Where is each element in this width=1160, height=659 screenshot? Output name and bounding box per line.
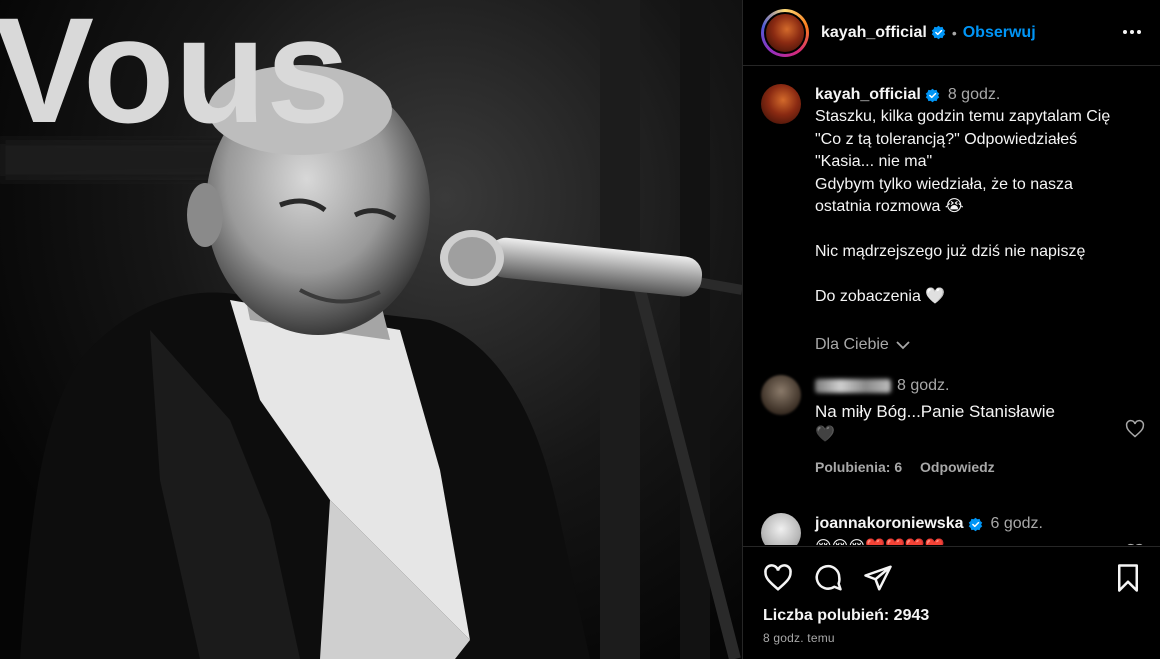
comment-text: Na miły Bóg...Panie Stanisławie bbox=[815, 402, 1056, 422]
heart-icon[interactable] bbox=[1125, 419, 1145, 439]
photo-illustration: Vous bbox=[0, 0, 742, 659]
verified-badge-icon bbox=[931, 25, 946, 40]
caption-line: "Kasia... nie ma" bbox=[815, 153, 933, 171]
comment-emoji: 🖤 bbox=[815, 425, 835, 443]
caption-username[interactable]: kayah_official bbox=[815, 84, 921, 106]
caption-line: Staszku, kilka godzin temu zapytalam Cię bbox=[815, 108, 1111, 126]
comment-icon[interactable] bbox=[813, 563, 843, 593]
author-avatar[interactable] bbox=[761, 8, 809, 57]
chevron-down-icon bbox=[896, 341, 910, 350]
translation-toggle[interactable]: Dla Ciebie bbox=[815, 334, 1145, 356]
caption-line: ostatnia rozmowa 😭 bbox=[815, 198, 964, 216]
caption-text-block: kayah_official 8 godz. Staszku, kilka go… bbox=[815, 84, 1145, 356]
post-footer: Liczba polubień: 2943 8 godz. temu bbox=[743, 546, 1160, 659]
separator-dot: • bbox=[951, 24, 957, 41]
comment-body: 8 godz. Na miły Bóg...Panie Stanisławie … bbox=[815, 375, 1145, 479]
share-icon[interactable] bbox=[863, 563, 893, 593]
caption-line: "Co z tą tolerancją?" Odpowiedziałeś bbox=[815, 130, 1078, 148]
caption-line: Gdybym tylko wiedziała, że to nasza bbox=[815, 175, 1073, 193]
author-username[interactable]: kayah_official bbox=[821, 24, 927, 42]
post-photo[interactable]: Vous bbox=[0, 0, 742, 659]
comments-scroll-area[interactable]: kayah_official 8 godz. Staszku, kilka go… bbox=[743, 67, 1160, 545]
caption-line: Nic mądrzejszego już dziś nie napiszę bbox=[815, 242, 1086, 260]
likes-count[interactable]: Liczba polubień: 2943 bbox=[763, 607, 929, 625]
commenter-username-blurred[interactable] bbox=[815, 379, 891, 394]
commenter-avatar[interactable] bbox=[761, 375, 801, 415]
caption-line bbox=[815, 263, 1145, 285]
comment-body: joannakoroniewska 6 godz. 😢😢😢❤️❤️❤️❤️ bbox=[815, 513, 1145, 545]
commenter-username[interactable]: joannakoroniewska bbox=[815, 513, 964, 535]
reply-button[interactable]: Odpowiedz bbox=[920, 459, 995, 475]
verified-badge-icon bbox=[968, 517, 982, 531]
caption-time[interactable]: 8 godz. bbox=[948, 84, 1000, 106]
follow-button[interactable]: Obserwuj bbox=[963, 24, 1036, 42]
verified-badge-icon bbox=[925, 88, 940, 102]
commenter-avatar[interactable] bbox=[761, 513, 801, 545]
more-options-icon[interactable] bbox=[1121, 22, 1143, 42]
caption-avatar[interactable] bbox=[761, 84, 801, 124]
author-info: kayah_official • Obserwuj bbox=[821, 24, 1036, 42]
post-header: kayah_official • Obserwuj bbox=[743, 0, 1160, 66]
bookmark-icon[interactable] bbox=[1113, 563, 1143, 593]
heart-icon[interactable] bbox=[763, 563, 793, 593]
caption-line: Do zobaczenia 🤍 bbox=[815, 287, 946, 305]
comment-time[interactable]: 6 godz. bbox=[991, 513, 1043, 535]
comment-item: 8 godz. Na miły Bóg...Panie Stanisławie … bbox=[761, 375, 1151, 485]
comment-time[interactable]: 8 godz. bbox=[897, 375, 949, 397]
comment-likes-count[interactable]: Polubienia: 6 bbox=[815, 459, 902, 475]
caption-line bbox=[815, 218, 1145, 240]
comment-item: joannakoroniewska 6 godz. 😢😢😢❤️❤️❤️❤️ bbox=[761, 513, 1151, 545]
comment-text: 😢😢😢❤️❤️❤️❤️ bbox=[815, 537, 1145, 545]
post-caption: kayah_official 8 godz. Staszku, kilka go… bbox=[761, 84, 1151, 384]
post-timestamp[interactable]: 8 godz. temu bbox=[763, 631, 835, 645]
post-side-panel: kayah_official • Obserwuj kayah_official bbox=[742, 0, 1160, 659]
comment-actions: Polubienia: 6 Odpowiedz bbox=[815, 456, 1145, 478]
translation-label[interactable]: Dla Ciebie bbox=[815, 334, 889, 356]
background-sign-text: Vous bbox=[0, 0, 350, 154]
heart-icon[interactable] bbox=[1125, 543, 1145, 545]
